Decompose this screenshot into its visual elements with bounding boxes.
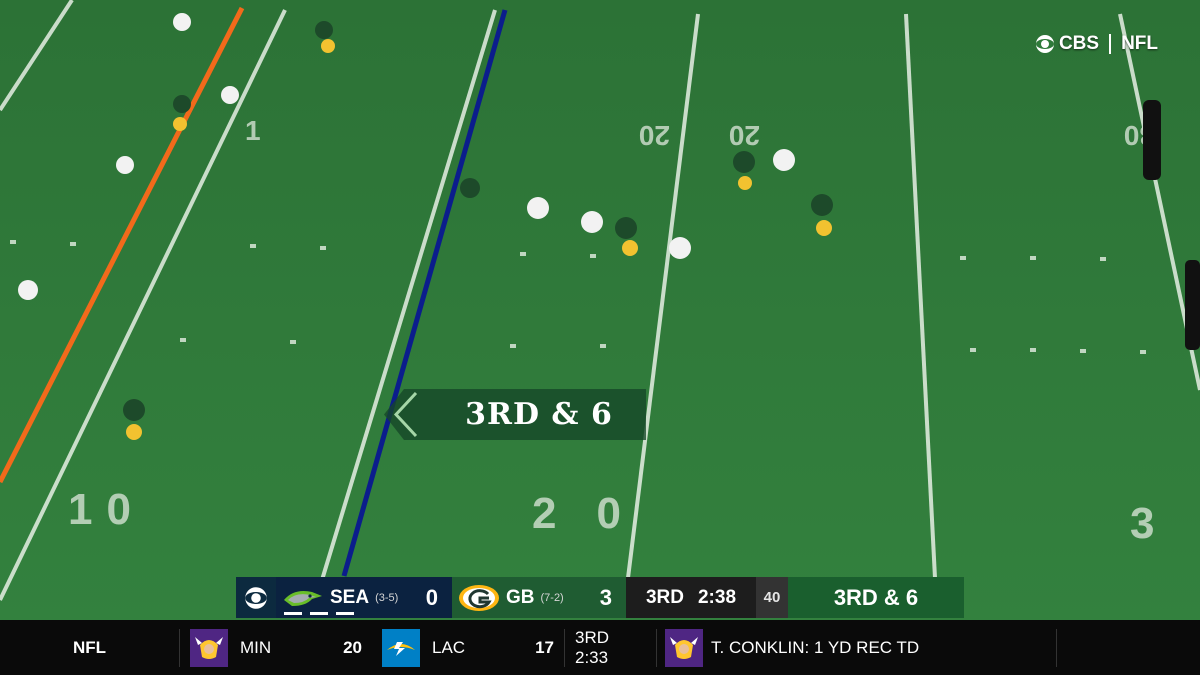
away-record: (3-5) (375, 591, 399, 604)
ticker-team1-abbr: MIN (240, 637, 272, 657)
yard-number: 20 (532, 489, 661, 538)
down-marker-distance: 6 (590, 397, 613, 432)
chargers-logo-icon (382, 628, 420, 667)
vikings-logo-icon (665, 628, 703, 667)
ticker-team-lac: LAC 17 (372, 628, 564, 667)
down-marker-amp: & (539, 397, 591, 432)
network-primary: CBS (1058, 33, 1100, 54)
yard-number: 3 (1130, 499, 1154, 548)
play-clock: 40 (756, 577, 788, 618)
away-abbr: SEA (330, 586, 370, 608)
away-score: 0 (425, 584, 438, 610)
network-bug: CBS NFL (1035, 32, 1158, 56)
score-ticker: NFL MIN 20 LAC 17 3RD 2:33 T. CONKLIN: 1… (0, 620, 1200, 675)
yard-number: 1 (245, 115, 261, 146)
ticker-game-status: 3RD 2:33 (564, 628, 656, 667)
yard-number: 20 (639, 120, 670, 151)
down-distance-marker: 3RD & 6 (384, 389, 646, 440)
game-clock: 3RD 2:38 (626, 577, 756, 618)
quarter: 3RD (645, 586, 684, 608)
cbs-eye-icon (245, 586, 267, 609)
timeout-mark (310, 612, 328, 615)
chevron-left-icon (384, 389, 432, 440)
seahawks-logo-icon (284, 590, 322, 606)
network-separator (1109, 34, 1112, 54)
yard-number: 10 (68, 485, 145, 534)
ticker-event-text: T. CONKLIN: 1 YD REC TD (711, 637, 920, 657)
packers-logo-icon (459, 584, 499, 611)
vikings-logo-icon (190, 628, 228, 667)
ticker-team-min: MIN 20 (180, 628, 372, 667)
timeouts-indicator (284, 612, 524, 616)
network-secondary: NFL (1121, 33, 1158, 54)
home-abbr: GB (506, 586, 535, 608)
timeout-mark (336, 612, 354, 615)
clock: 2:38 (697, 586, 737, 608)
timeout-mark (284, 612, 302, 615)
down-marker-down: 3RD (465, 397, 540, 432)
cbs-eye-icon (1035, 35, 1054, 53)
ticker-team2-abbr: LAC (432, 637, 466, 657)
down-marker-text: 3RD & 6 (432, 389, 646, 440)
football-field: 1 20 20 3 0 10 20 3 (0, 0, 1200, 620)
cbs-logo (236, 577, 276, 618)
ticker-team2-score: 17 (535, 637, 554, 657)
yard-number: 20 (729, 120, 760, 151)
ticker-league: NFL (0, 628, 180, 667)
down-distance: 3RD & 6 (788, 577, 964, 618)
home-record: (7-2) (540, 591, 564, 604)
ticker-team1-score: 20 (343, 637, 362, 657)
ticker-empty-slot (1056, 628, 1200, 667)
home-score: 3 (599, 584, 612, 610)
ticker-event: T. CONKLIN: 1 YD REC TD (656, 628, 1056, 667)
